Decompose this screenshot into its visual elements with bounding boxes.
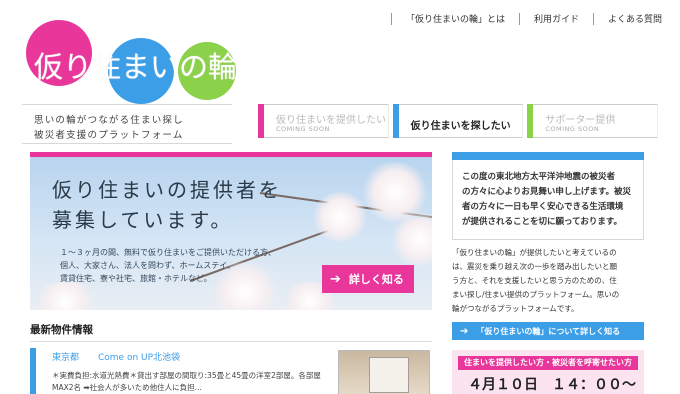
intro-line: 「仮り住まいの輪」が提供したいと考えているの — [452, 248, 617, 257]
condolence-message: この度の東北地方太平洋沖地震の被災者 の方々に心よりお見舞い申し上げます。被災 … — [452, 160, 644, 240]
about-detail-label: 「仮り住まいの輪」について詳しく知る — [476, 326, 621, 336]
window-image — [369, 357, 409, 393]
hero-accent-bar — [30, 152, 432, 157]
hero-headline: 募集しています。 — [52, 208, 234, 232]
tab-color-bar — [258, 104, 264, 138]
hero-body-line: 個人、大家さん、法人を問わず、ホームステイ、 — [60, 261, 236, 270]
nav-divider — [390, 12, 392, 25]
tab-color-bar — [392, 104, 399, 138]
nav-about-link[interactable]: 「仮り住まいの輪」とは — [406, 12, 505, 25]
hero-body: １～３ヶ月の間、無料で仮り住まいをご提供いただける方、 個人、大家さん、法人を問… — [60, 246, 276, 285]
tagline-line: 思いの輪がつながる住まい探し — [34, 115, 184, 126]
intro-line: う方と、それを支援したいと思う方のための、住 — [452, 276, 617, 285]
event-banner[interactable]: 住まいを提供したい方・被災者を呼寄せたい方 ４月１０日 １４：００～ — [452, 350, 644, 394]
listing-item[interactable]: 東京都 Come on UP北池袋 ＊実費負担:水道光熱費＊貸出す部屋の間取り:… — [30, 348, 432, 394]
main-tabs: 仮り住まいを提供したい COMING SOON 仮り住まいを探したい サポーター… — [258, 104, 659, 138]
tab-label: サポーター提供 — [545, 115, 616, 126]
tab-coming-soon: COMING SOON — [276, 125, 330, 133]
blossom-cluster — [30, 282, 100, 310]
nav-divider — [518, 12, 520, 25]
learn-more-label: 詳しく知る — [348, 273, 404, 286]
latest-title: 最新物件情報 — [30, 324, 93, 336]
learn-more-button[interactable]: ➔ 詳しく知る — [322, 265, 414, 293]
hero-headline: 仮り住まいの提供者を — [52, 178, 282, 202]
about-detail-button[interactable]: ➔ 「仮り住まいの輪」について詳しく知る — [452, 322, 644, 340]
message-line: の方々に心よりお見舞い申し上げます。被災 — [462, 187, 631, 197]
blossom-cluster — [310, 192, 370, 242]
nav-faq-link[interactable]: よくある質問 — [608, 12, 662, 25]
intro-line: は、震災を乗り越え次の一歩を踏み出したいと願 — [452, 262, 617, 271]
listing-thumbnail[interactable] — [338, 350, 430, 394]
tab-color-bar — [527, 104, 534, 138]
event-caption: 住まいを提供したい方・被災者を呼寄せたい方 — [458, 356, 638, 370]
top-nav: 「仮り住まいの輪」とは 利用ガイド よくある質問 — [377, 12, 662, 25]
intro-line: 輪がつながるプラットフォームです。 — [452, 304, 579, 313]
nav-divider — [592, 12, 594, 25]
tab-provide[interactable]: 仮り住まいを提供したい COMING SOON — [258, 104, 389, 138]
message-line: この度の東北地方太平洋沖地震の被災者 — [462, 172, 616, 182]
divider — [30, 341, 432, 342]
message-line: 者の方々に一日も早く安心できる生活環境 — [462, 202, 624, 212]
hero-body-line: １～３ヶ月の間、無料で仮り住まいをご提供いただける方、 — [60, 248, 276, 257]
site-logo[interactable]: 仮り住まいの輪 — [22, 14, 237, 106]
logo-text: 仮り住まいの輪 — [34, 50, 238, 84]
listing-description: ＊実費負担:水道光熱費＊貸出す部屋の間取り:35畳と45畳の洋室2部屋。各部屋M… — [52, 371, 321, 392]
tab-search[interactable]: 仮り住まいを探したい — [392, 104, 524, 138]
nav-guide-link[interactable]: 利用ガイド — [534, 12, 579, 25]
message-accent-bar — [452, 152, 644, 160]
listing-area: 東京都 — [52, 353, 80, 363]
tagline: 思いの輪がつながる住まい探し 被災者支援のプラットフォーム — [22, 104, 232, 144]
tab-label: 仮り住まいを提供したい — [276, 115, 386, 126]
tab-coming-soon: COMING SOON — [545, 125, 600, 133]
tab-label: 仮り住まいを探したい — [410, 121, 511, 132]
tab-supporter[interactable]: サポーター提供 COMING SOON — [527, 104, 659, 138]
listing-marker — [30, 348, 36, 394]
event-date: ４月１０日 １４：００～ — [468, 377, 636, 393]
listing-name-link[interactable]: Come on UP北池袋 — [98, 350, 180, 363]
intro-line: まい探し/住まい提供のプラットフォーム。思いの — [452, 290, 620, 299]
arrow-right-icon: ➔ — [330, 271, 341, 287]
arrow-right-icon: ➔ — [460, 325, 469, 337]
message-line: が提供されることを切に願っております。 — [462, 217, 622, 227]
hero-banner: 仮り住まいの提供者を 募集しています。 １～３ヶ月の間、無料で仮り住まいをご提供… — [30, 152, 432, 310]
hero-body-line: 賃貸住宅、寮や社宅、旅館・ホテルなど。 — [60, 274, 212, 283]
tagline-line: 被災者支援のプラットフォーム — [34, 130, 184, 141]
intro-text: 「仮り住まいの輪」が提供したいと考えているの は、震災を乗り越え次の一歩を踏み出… — [452, 246, 644, 316]
